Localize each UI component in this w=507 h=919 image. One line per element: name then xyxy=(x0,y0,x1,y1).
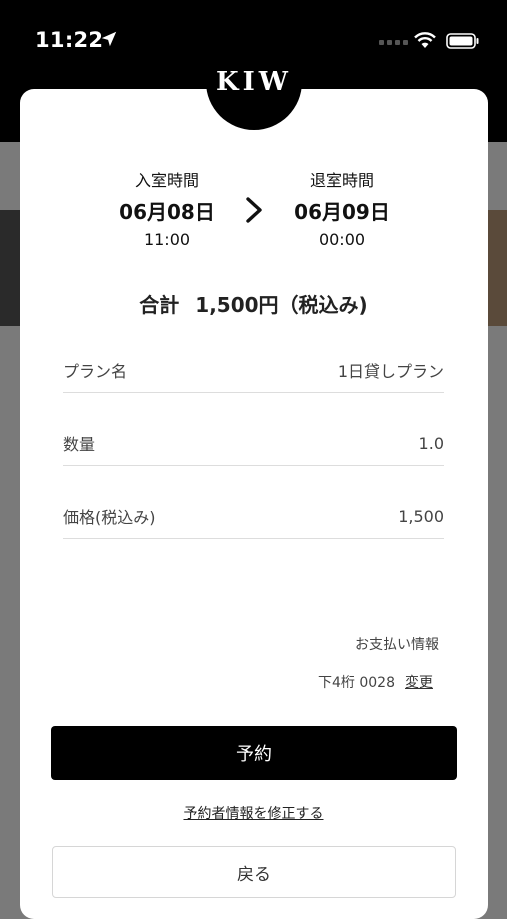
payment-info-label: お支払い情報 xyxy=(355,637,439,653)
status-time: 11:22 xyxy=(35,28,104,52)
reserve-button[interactable]: 予約 xyxy=(51,726,457,780)
detail-row-quantity: 数量 1.0 xyxy=(63,421,444,466)
check-out-label: 退室時間 xyxy=(309,171,374,190)
change-card-link[interactable]: 変更 xyxy=(405,672,433,692)
detail-value: 1日貸しプラン xyxy=(337,362,444,381)
check-out-date: 06月09日 xyxy=(294,200,390,224)
check-in-block: 入室時間 06月08日 11:00 xyxy=(97,170,237,251)
detail-label: プラン名 xyxy=(63,362,128,381)
detail-label: 数量 xyxy=(63,435,96,454)
edit-reserver-info-link[interactable]: 予約者情報を修正する xyxy=(184,806,324,822)
detail-row-price: 価格(税込み) 1,500 xyxy=(63,494,444,539)
detail-label: 価格(税込み) xyxy=(63,508,156,527)
check-out-time: 00:00 xyxy=(318,230,366,249)
detail-value: 1.0 xyxy=(418,433,444,453)
check-out-block: 退室時間 06月09日 00:00 xyxy=(272,170,412,251)
detail-row-plan: プラン名 1日貸しプラン xyxy=(63,348,444,393)
total-amount: 1,500円（税込み) xyxy=(195,293,368,317)
chevron-right-icon xyxy=(246,197,262,223)
back-button[interactable]: 戻る xyxy=(52,846,456,898)
total-price: 合計 1,500円（税込み) xyxy=(0,289,507,318)
battery-icon xyxy=(446,33,479,49)
cellular-signal-icon xyxy=(379,40,408,45)
total-label: 合計 xyxy=(139,293,180,317)
wifi-icon xyxy=(414,32,436,48)
location-arrow-icon xyxy=(101,31,117,47)
card-info: 下4桁 0028 変更 xyxy=(318,672,433,692)
edit-reserver-info: 予約者情報を修正する xyxy=(0,803,507,823)
check-in-date: 06月08日 xyxy=(119,200,215,224)
detail-value: 1,500 xyxy=(398,506,444,526)
check-in-time: 11:00 xyxy=(143,230,191,249)
check-in-label: 入室時間 xyxy=(134,171,199,190)
kiw-logo: KIW xyxy=(206,34,302,130)
card-last4: 下4桁 0028 xyxy=(318,675,395,691)
